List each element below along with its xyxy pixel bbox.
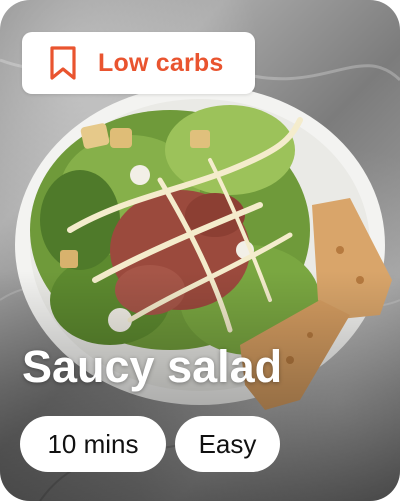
difficulty-pill: Easy [175,416,280,472]
diet-tag-label: Low carbs [98,48,224,77]
recipe-title: Saucy salad [22,341,283,392]
cook-time-pill: 10 mins [20,416,166,472]
recipe-card[interactable]: Low carbs Saucy salad 10 mins Easy [0,0,400,501]
bookmark-icon [46,44,80,82]
diet-tag-badge[interactable]: Low carbs [22,32,255,94]
